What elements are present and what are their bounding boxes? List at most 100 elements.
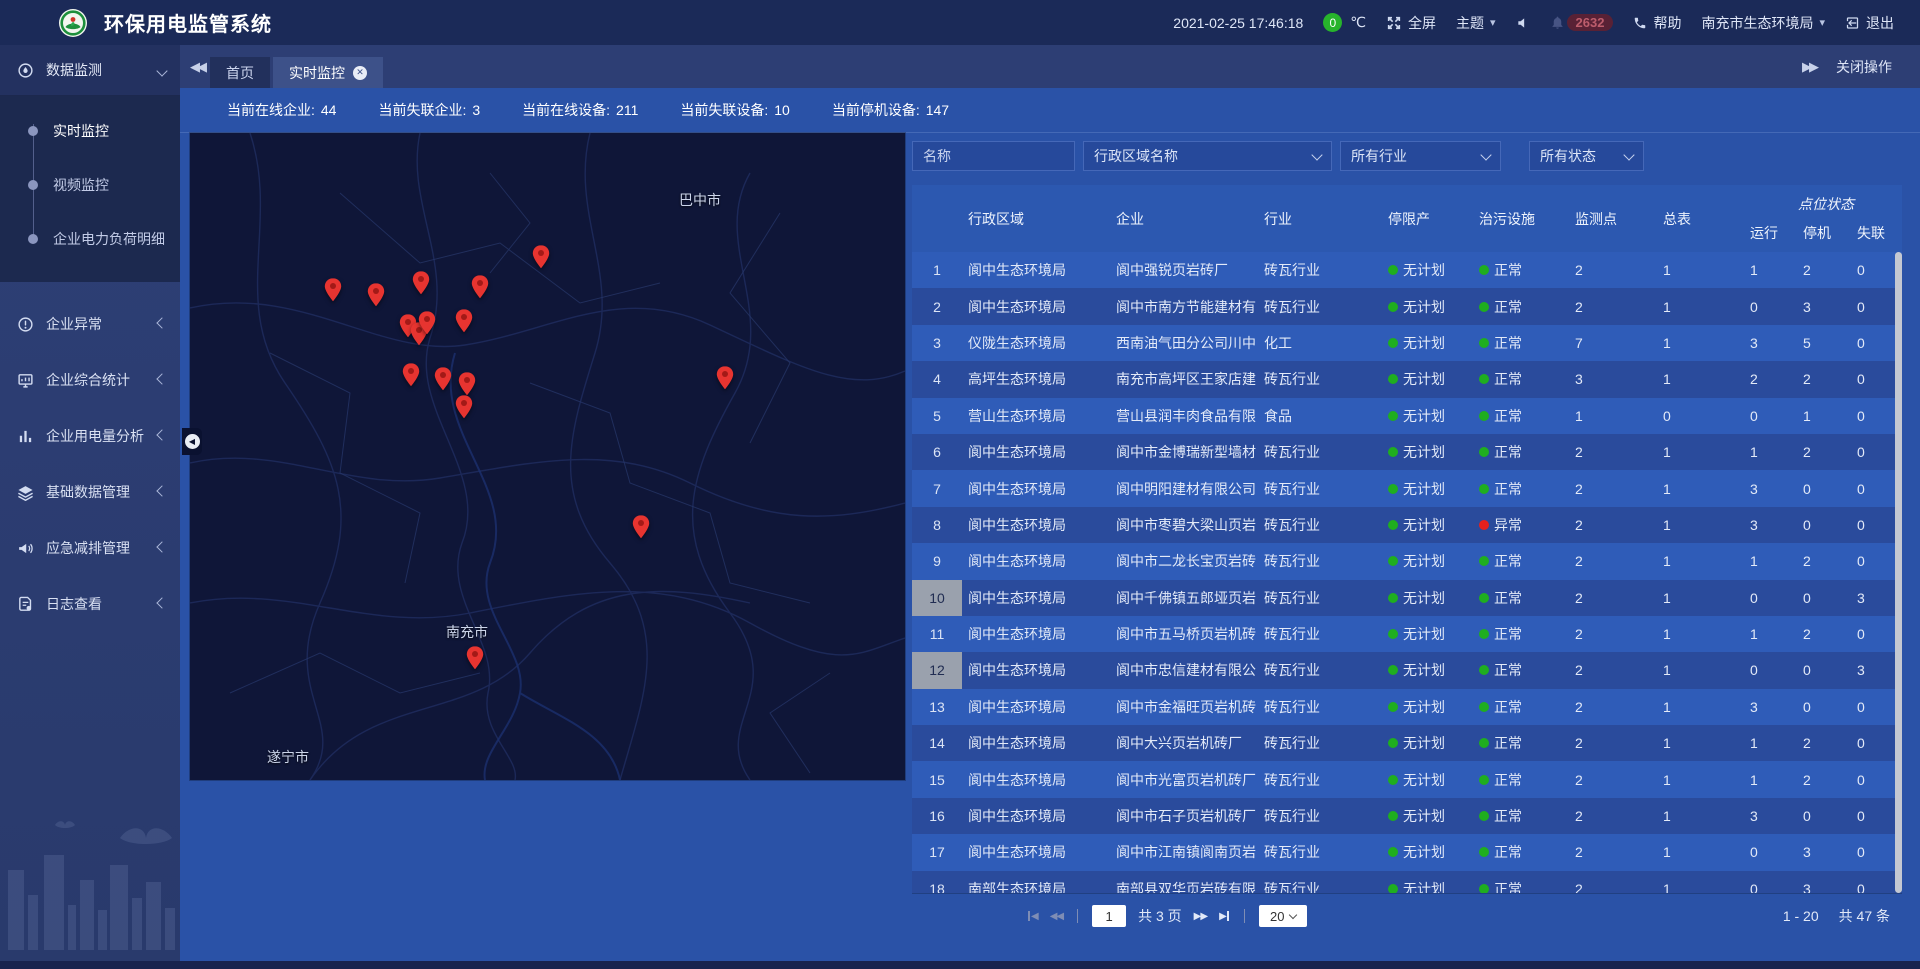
row-facility-status: 正常 xyxy=(1477,580,1575,616)
table-row[interactable]: 17 阆中生态环境局 阆中市江南镇阆南页岩 砖瓦行业 无计划 正常 2 1 xyxy=(912,834,1902,870)
row-stop-count: 2 xyxy=(1803,772,1857,788)
speaker-icon[interactable] xyxy=(1516,15,1530,31)
row-region: 阆中生态环境局 xyxy=(962,616,1112,652)
table-row[interactable]: 4 高坪生态环境局 南充市高坪区王家店建 砖瓦行业 无计划 正常 3 1 xyxy=(912,361,1902,397)
table-row[interactable]: 10 阆中生态环境局 阆中千佛镇五郎垭页岩 砖瓦行业 无计划 正常 2 1 xyxy=(912,580,1902,616)
row-industry: 砖瓦行业 xyxy=(1262,652,1388,688)
row-stop-count: 2 xyxy=(1803,735,1857,751)
prev-page-button[interactable]: ◀◀ xyxy=(1050,911,1063,922)
map-pin-icon[interactable] xyxy=(413,271,430,294)
table-row[interactable]: 11 阆中生态环境局 阆中市五马桥页岩机砖 砖瓦行业 无计划 正常 2 1 xyxy=(912,616,1902,652)
map-pin-icon[interactable] xyxy=(467,646,484,669)
status-dot-icon xyxy=(1479,775,1489,785)
logout-button[interactable]: 退出 xyxy=(1845,13,1894,33)
page-number-input[interactable]: 1 xyxy=(1092,905,1126,927)
row-region: 阆中生态环境局 xyxy=(962,288,1112,324)
temperature-unit: ℃ xyxy=(1350,14,1366,31)
tabs-scroll-left-icon[interactable]: ◀◀ xyxy=(190,59,204,75)
row-limit-status: 无计划 xyxy=(1388,725,1477,761)
sidebar-subitem[interactable]: 视频监控 xyxy=(0,158,180,212)
map-pin-icon[interactable] xyxy=(472,275,489,298)
row-company: 阆中千佛镇五郎垭页岩 xyxy=(1112,580,1262,616)
row-point-status: 0 3 0 xyxy=(1750,834,1902,870)
table-row[interactable]: 7 阆中生态环境局 阆中明阳建材有限公司 砖瓦行业 无计划 正常 2 1 xyxy=(912,470,1902,506)
map-pin-icon[interactable] xyxy=(459,372,476,395)
row-industry: 食品 xyxy=(1262,398,1388,434)
row-limit-status: 无计划 xyxy=(1388,580,1477,616)
tab[interactable]: 首页 ✕ xyxy=(210,57,270,88)
sidebar-item[interactable]: 基础数据管理 xyxy=(0,464,180,520)
name-search-input[interactable] xyxy=(912,141,1075,171)
table-row[interactable]: 9 阆中生态环境局 阆中市二龙长宝页岩砖 砖瓦行业 无计划 正常 2 1 xyxy=(912,543,1902,579)
row-index: 10 xyxy=(912,580,962,616)
row-monitor-count: 2 xyxy=(1575,507,1663,543)
sidebar-item[interactable]: 企业异常 xyxy=(0,296,180,352)
sidebar-subitem[interactable]: 实时监控 xyxy=(0,104,180,158)
tabs-scroll-right-icon[interactable]: ▶▶ xyxy=(1802,59,1816,75)
industry-select[interactable]: 所有行业 xyxy=(1340,141,1501,171)
close-operations-button[interactable]: 关闭操作 xyxy=(1836,57,1892,77)
map-pin-icon[interactable] xyxy=(403,363,420,386)
col-facility: 治污设施 xyxy=(1477,185,1575,252)
map-pin-icon[interactable] xyxy=(456,395,473,418)
map-pin-icon[interactable] xyxy=(368,283,385,306)
table-row[interactable]: 14 阆中生态环境局 阆中大兴页岩机砖厂 砖瓦行业 无计划 正常 2 1 xyxy=(912,725,1902,761)
fullscreen-icon xyxy=(1386,15,1402,31)
col-region: 行政区域 xyxy=(962,185,1112,252)
table-row[interactable]: 1 阆中生态环境局 阆中强锐页岩砖厂 砖瓦行业 无计划 正常 2 1 xyxy=(912,252,1902,288)
row-point-status: 0 0 3 xyxy=(1750,652,1902,688)
help-button[interactable]: 帮助 xyxy=(1633,13,1681,33)
map-pin-icon[interactable] xyxy=(419,311,436,334)
row-stop-count: 0 xyxy=(1803,517,1857,533)
table-row[interactable]: 16 阆中生态环境局 阆中市石子页岩机砖厂 砖瓦行业 无计划 正常 2 1 xyxy=(912,798,1902,834)
fullscreen-button[interactable]: 全屏 xyxy=(1386,13,1436,33)
table-row[interactable]: 18 南部生态环境局 南部县双华页岩砖有限 砖瓦行业 无计划 正常 2 1 xyxy=(912,871,1902,893)
page-size-select[interactable]: 20 xyxy=(1259,905,1307,927)
next-page-button[interactable]: ▶▶ xyxy=(1194,911,1207,922)
map-pin-icon[interactable] xyxy=(435,367,452,390)
region-select[interactable]: 行政区域名称 xyxy=(1083,141,1332,171)
table-row[interactable]: 15 阆中生态环境局 阆中市光富页岩机砖厂 砖瓦行业 无计划 正常 2 1 xyxy=(912,761,1902,797)
table-row[interactable]: 12 阆中生态环境局 阆中市忠信建材有限公 砖瓦行业 无计划 正常 2 1 xyxy=(912,652,1902,688)
sidebar-item-data-monitoring[interactable]: 数据监测 xyxy=(0,45,180,96)
table-row[interactable]: 5 营山生态环境局 营山县润丰肉食品有限 食品 无计划 正常 1 0 xyxy=(912,398,1902,434)
table-row[interactable]: 13 阆中生态环境局 阆中市金福旺页岩机砖 砖瓦行业 无计划 正常 2 1 xyxy=(912,689,1902,725)
status-dot-icon xyxy=(1479,265,1489,275)
last-page-button[interactable]: ▶ xyxy=(1219,911,1230,922)
row-stop-count: 0 xyxy=(1803,481,1857,497)
table-row[interactable]: 6 阆中生态环境局 阆中市金博瑞新型墙材 砖瓦行业 无计划 正常 2 1 xyxy=(912,434,1902,470)
table-row[interactable]: 8 阆中生态环境局 阆中市枣碧大梁山页岩 砖瓦行业 无计划 异常 2 1 xyxy=(912,507,1902,543)
status-dot-icon xyxy=(1388,484,1398,494)
table-row[interactable]: 3 仪陇生态环境局 西南油气田分公司川中 化工 无计划 正常 7 1 xyxy=(912,325,1902,361)
map-pin-icon[interactable] xyxy=(533,245,550,268)
sidebar-item[interactable]: 日志查看 xyxy=(0,576,180,632)
table-row[interactable]: 2 阆中生态环境局 阆中市南方节能建材有 砖瓦行业 无计划 正常 2 1 xyxy=(912,288,1902,324)
map-pin-icon[interactable] xyxy=(633,515,650,538)
status-dot-icon xyxy=(1388,847,1398,857)
status-dot-icon xyxy=(1479,411,1489,421)
map-pin-icon[interactable] xyxy=(717,366,734,389)
row-limit-status: 无计划 xyxy=(1388,543,1477,579)
row-meter-count: 1 xyxy=(1663,361,1750,397)
first-page-button[interactable]: ◀ xyxy=(1027,911,1038,922)
map-pin-icon[interactable] xyxy=(325,278,342,301)
row-facility-status: 正常 xyxy=(1477,398,1575,434)
tab-close-icon[interactable]: ✕ xyxy=(353,66,367,80)
notifications[interactable]: 2632 xyxy=(1550,14,1614,31)
sidebar-collapse-handle[interactable]: ◀ xyxy=(182,428,202,455)
row-company: 阆中市江南镇阆南页岩 xyxy=(1112,834,1262,870)
row-index: 8 xyxy=(912,507,962,543)
sidebar-item[interactable]: 企业综合统计 xyxy=(0,352,180,408)
sidebar-item[interactable]: 企业用电量分析 xyxy=(0,408,180,464)
sidebar-item[interactable]: 应急减排管理 xyxy=(0,520,180,576)
status-select[interactable]: 所有状态 xyxy=(1529,141,1644,171)
row-company: 阆中市五马桥页岩机砖 xyxy=(1112,616,1262,652)
theme-dropdown[interactable]: 主题 ▾ xyxy=(1456,13,1496,33)
map[interactable]: 巴中市 南充市 遂宁市 xyxy=(190,133,905,780)
sidebar-subitem[interactable]: 企业电力负荷明细 xyxy=(0,212,180,266)
status-dot-icon xyxy=(1388,520,1398,530)
tab[interactable]: 实时监控 ✕ xyxy=(273,57,383,88)
table-scrollbar[interactable] xyxy=(1895,252,1902,893)
map-pin-icon[interactable] xyxy=(456,309,473,332)
org-dropdown[interactable]: 南充市生态环境局 ▾ xyxy=(1701,13,1825,33)
